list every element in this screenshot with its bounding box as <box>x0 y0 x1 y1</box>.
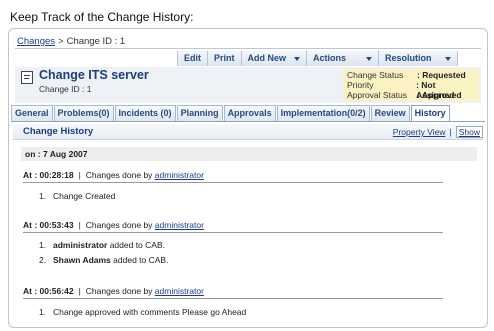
history-entry-header: At : 00:28:18 | Changes done by administra… <box>23 169 443 181</box>
divider <box>11 121 485 122</box>
list-item: 1. Change approved with comments Please g… <box>39 307 246 318</box>
item-number: 2. <box>39 255 47 265</box>
item-number: 1. <box>39 191 47 201</box>
history-entry-header: At : 00:56:42 | Changes done by administra… <box>23 285 443 297</box>
tab-general[interactable]: General <box>11 105 53 121</box>
user-link[interactable]: administrator <box>155 220 204 230</box>
entry-time: At : 00:53:43 <box>23 220 74 230</box>
priority-value: : Not Assigned <box>416 80 455 100</box>
item-number: 1. <box>39 307 47 317</box>
change-status-row: Change Status : Requested <box>347 70 475 80</box>
print-button-label: Print <box>214 53 235 63</box>
tab-review[interactable]: Review <box>370 105 410 121</box>
resolution-label: Resolution <box>385 53 432 63</box>
history-date-band: on : 7 Aug 2007 <box>21 147 477 161</box>
resolution-menu[interactable]: Resolution <box>378 51 459 66</box>
item-text: Change approved with comments Please go … <box>53 307 247 317</box>
entry-time: At : 00:28:18 <box>23 170 74 180</box>
chevron-down-icon <box>366 56 373 61</box>
chevron-down-icon <box>445 56 452 61</box>
page-caption: Keep Track of the Change History: <box>10 10 194 24</box>
history-entry-header: At : 00:53:43 | Changes done by administra… <box>23 219 443 231</box>
user-link[interactable]: administrator <box>155 286 204 296</box>
show-link[interactable]: Show <box>455 126 483 138</box>
entry-separator: | <box>78 170 81 180</box>
page-title: Change ITS server <box>39 68 149 82</box>
status-summary: Change Status : Requested Priority : Not A… <box>343 69 479 101</box>
changes-done-by-label: Changes done by <box>85 220 153 230</box>
divider <box>15 48 481 49</box>
item-number: 1. <box>39 240 47 250</box>
tab-planning[interactable]: Planning <box>176 105 223 121</box>
list-item: 1. Change Created <box>39 191 115 202</box>
history-section-header: Change History Property View | Show <box>13 124 483 140</box>
list-item: 2. Shawn Adams added to CAB. <box>39 255 168 266</box>
priority-label: Priority <box>347 80 374 90</box>
toolbar: Edit Print Add New Actions Resolution <box>177 51 459 66</box>
edit-button-label: Edit <box>184 53 201 63</box>
item-text: added to CAB. <box>107 240 165 250</box>
tab-implementation[interactable]: Implementation(0/2) <box>276 105 370 121</box>
property-view-link[interactable]: Property View <box>393 127 446 137</box>
edit-button[interactable]: Edit <box>177 51 207 66</box>
changes-done-by-label: Changes done by <box>85 286 153 296</box>
user-link[interactable]: administrator <box>155 170 204 180</box>
item-actor: Shawn Adams <box>53 255 111 265</box>
entry-separator: | <box>78 286 81 296</box>
tab-approvals[interactable]: Approvals <box>223 105 276 121</box>
chevron-down-icon <box>294 56 301 61</box>
history-view-links: Property View | Show <box>393 126 483 138</box>
item-text: Change Created <box>53 191 116 201</box>
breadcrumb-current: Change ID : 1 <box>66 36 126 47</box>
links-separator: | <box>449 127 452 137</box>
add-new-menu[interactable]: Add New <box>240 51 307 66</box>
divider <box>23 298 443 299</box>
item-actor: administrator <box>53 240 108 250</box>
status-value: : Requested <box>417 70 466 80</box>
print-button[interactable]: Print <box>207 51 241 66</box>
changes-done-by-label: Changes done by <box>85 170 153 180</box>
priority-row: Priority : Not Assigned <box>347 80 475 100</box>
change-request-icon <box>21 71 33 84</box>
approval-status-label: Approval Status <box>347 90 408 100</box>
tab-incidents[interactable]: Incidents (0) <box>114 105 176 121</box>
change-id: Change ID : 1 <box>39 84 92 94</box>
tab-bar: General Problems(0) Incidents (0) Planni… <box>11 105 450 122</box>
actions-label: Actions <box>313 53 347 63</box>
status-label: Change Status <box>347 70 404 80</box>
history-title: Change History <box>23 126 94 137</box>
request-header: Change ITS server Change ID : 1 Change S… <box>15 67 481 103</box>
entry-time: At : 00:56:42 <box>23 286 74 296</box>
add-new-label: Add New <box>247 53 287 63</box>
divider <box>23 182 443 183</box>
tab-history[interactable]: History <box>410 105 450 122</box>
tab-problems[interactable]: Problems(0) <box>53 105 114 121</box>
actions-menu[interactable]: Actions <box>306 51 379 66</box>
change-detail-panel: Changes > Change ID : 1 Edit Print Add New… <box>8 28 488 328</box>
breadcrumb-separator: > <box>58 36 64 47</box>
item-text: added to CAB. <box>110 255 169 265</box>
entry-separator: | <box>78 220 81 230</box>
breadcrumb-changes-link[interactable]: Changes <box>17 36 55 47</box>
breadcrumb: Changes > Change ID : 1 <box>17 36 125 47</box>
list-item: 1. administrator added to CAB. <box>39 240 165 251</box>
divider <box>23 232 443 233</box>
approval-status-row: Approval Status : Approved <box>347 90 475 100</box>
approval-status-value: : Approved <box>417 90 462 100</box>
